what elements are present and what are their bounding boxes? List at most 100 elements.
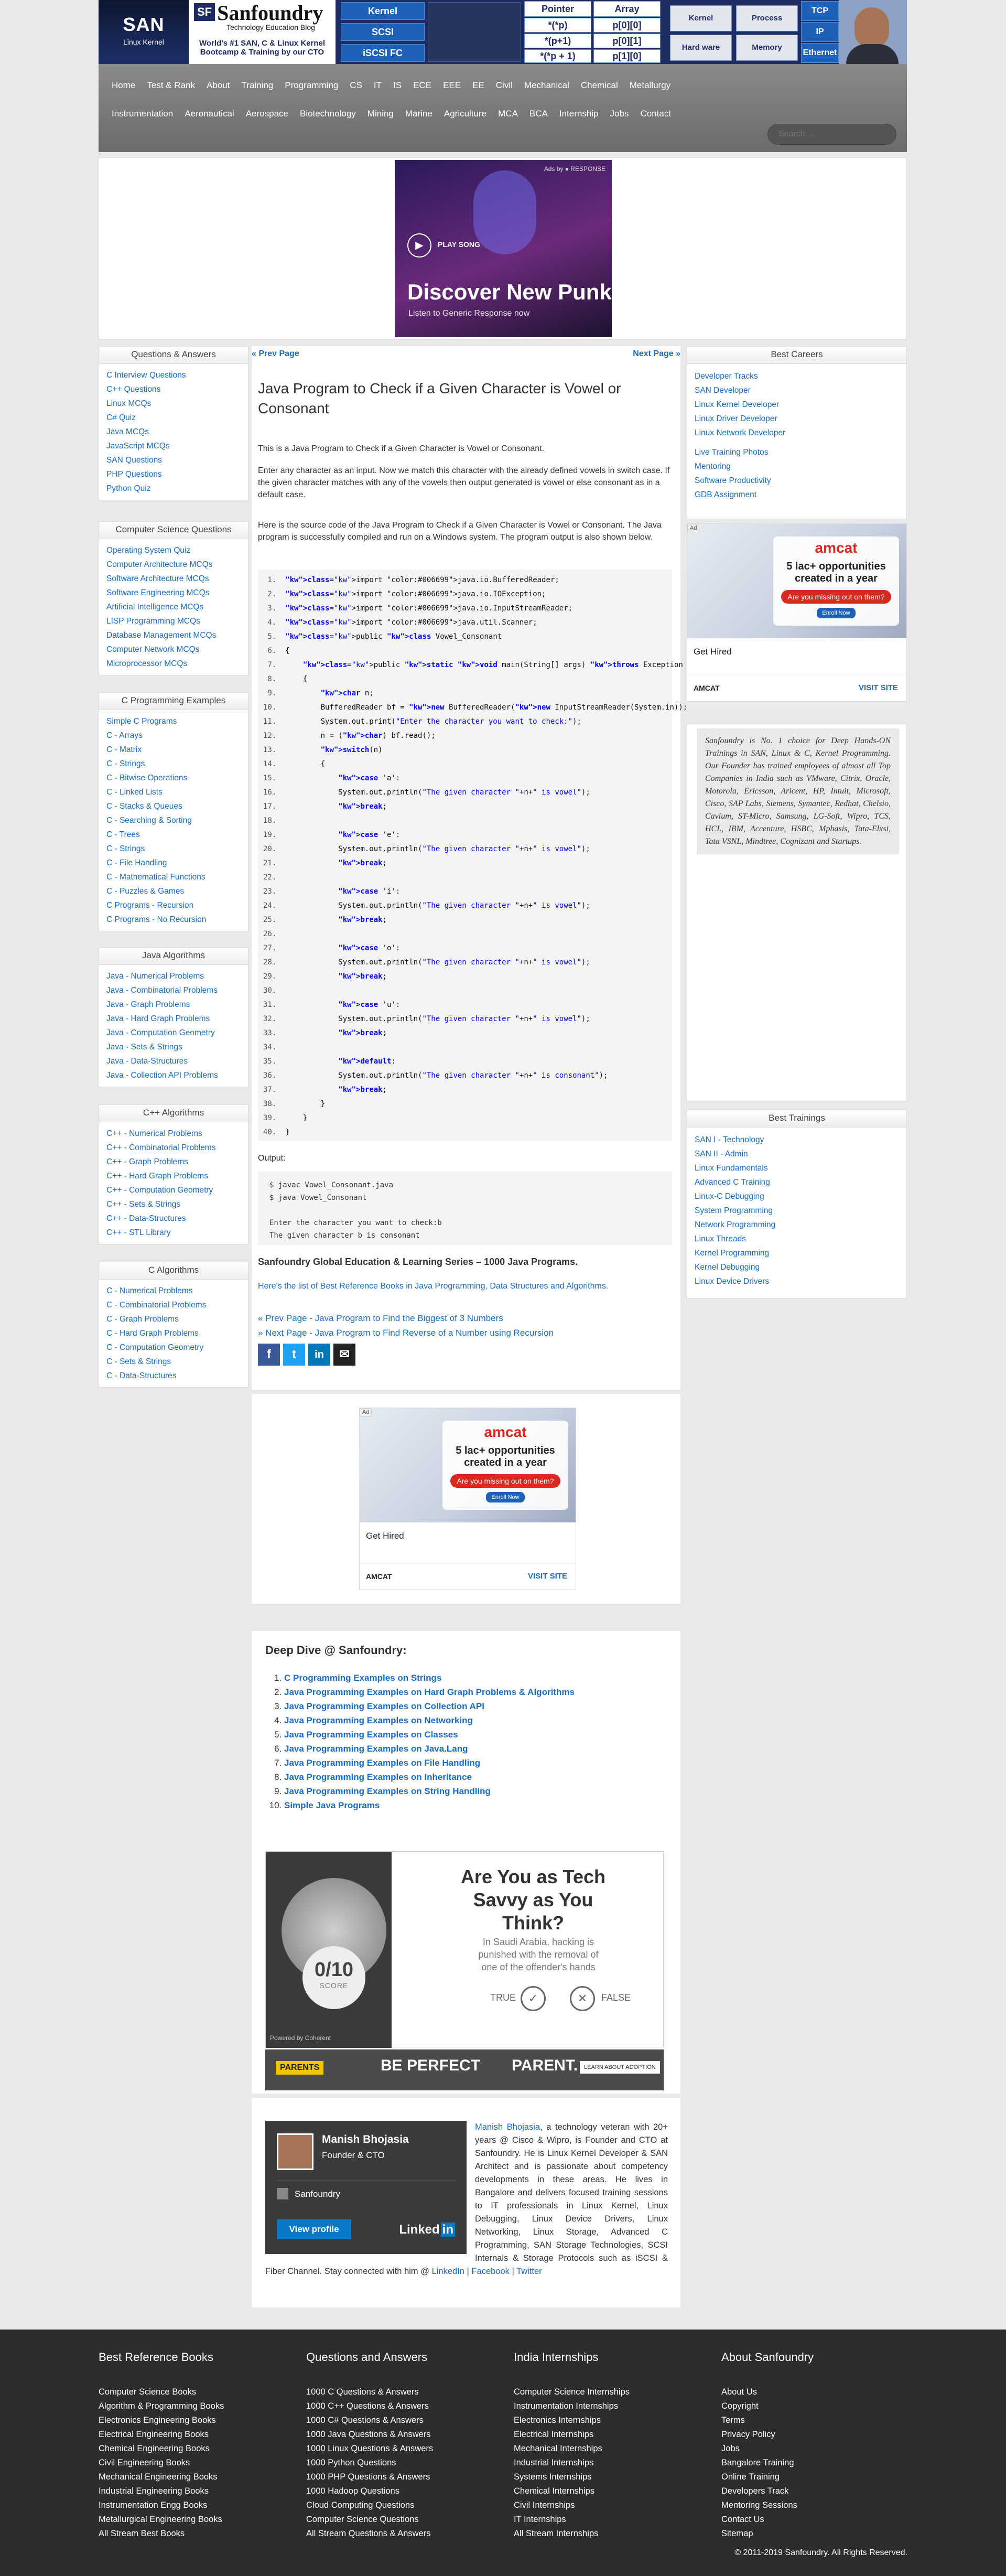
list-item-gdb-assignment[interactable]: GDB Assignment	[695, 488, 899, 502]
banner-tile-p-1-0[interactable]: p[1][0]	[593, 49, 661, 63]
nav-item-it[interactable]: IT	[368, 80, 387, 91]
list-item-c-arrays[interactable]: C - Arrays	[106, 728, 241, 743]
list-item-c-sets-strings[interactable]: C++ - Sets & Strings	[106, 1197, 241, 1211]
list-item-software-architecture-mcqs[interactable]: Software Architecture MCQs	[106, 572, 241, 586]
list-item-developer-tracks[interactable]: Developer Tracks	[695, 369, 899, 383]
list-item-java-graph-problems[interactable]: Java - Graph Problems	[106, 997, 241, 1012]
list-item-c-quiz[interactable]: C# Quiz	[106, 411, 241, 425]
list-item-lisp-programming-mcqs[interactable]: LISP Programming MCQs	[106, 614, 241, 628]
nav-item-ee[interactable]: EE	[467, 80, 490, 91]
close-icon[interactable]: ✕	[570, 1986, 595, 2011]
san-logo[interactable]: SAN Linux Kernel	[99, 0, 189, 64]
next-article-link[interactable]: » Next Page - Java Program to Find Rever…	[258, 1328, 554, 1338]
list-item-civil-internships[interactable]: Civil Internships	[514, 2498, 630, 2513]
list-item-c-combinatorial-problems[interactable]: C - Combinatorial Problems	[106, 1298, 241, 1312]
code-block[interactable]: 1. "kw">class="kw">import "color:#006699…	[258, 570, 687, 1141]
amcat-cta[interactable]: Are you missing out on them?	[781, 590, 891, 604]
list-item-c-file-handling[interactable]: C - File Handling	[106, 856, 241, 870]
deep-dive-link[interactable]: Java Programming Examples on Networking	[284, 1715, 473, 1725]
list-item-database-management-mcqs[interactable]: Database Management MCQs	[106, 628, 241, 642]
banner-tile-kernel[interactable]: Kernel	[341, 2, 425, 20]
prev-page-link[interactable]: « Prev Page	[252, 349, 299, 359]
author-name-link[interactable]: Manish Bhojasia	[475, 2122, 540, 2132]
banner-tile-pointer[interactable]: Pointer	[524, 1, 591, 17]
list-item-developers-track[interactable]: Developers Track	[721, 2484, 814, 2498]
nav-item-is[interactable]: IS	[387, 80, 407, 91]
list-item-c-graph-problems[interactable]: C - Graph Problems	[106, 1312, 241, 1326]
banner-tile-process[interactable]: Process	[736, 5, 798, 31]
list-item-algorithm-programming-books[interactable]: Algorithm & Programming Books	[99, 2399, 224, 2413]
list-item-it-internships[interactable]: IT Internships	[514, 2513, 630, 2527]
list-item-c-graph-problems[interactable]: C++ - Graph Problems	[106, 1155, 241, 1169]
search-input[interactable]	[767, 124, 896, 145]
list-item-software-productivity[interactable]: Software Productivity	[695, 474, 899, 488]
nav-item-civil[interactable]: Civil	[490, 80, 518, 91]
deep-dive-link[interactable]: Simple Java Programs	[284, 1800, 380, 1810]
list-item-instrumentation-internships[interactable]: Instrumentation Internships	[514, 2399, 630, 2413]
list-item-c-matrix[interactable]: C - Matrix	[106, 743, 241, 757]
banner-tile-p-0-1[interactable]: p[0][1]	[593, 34, 661, 48]
list-item-php-questions[interactable]: PHP Questions	[106, 467, 241, 481]
list-item-c-strings[interactable]: C - Strings	[106, 842, 241, 856]
deep-dive-link[interactable]: Java Programming Examples on Hard Graph …	[284, 1687, 575, 1697]
nav-item-agriculture[interactable]: Agriculture	[438, 109, 492, 119]
amcat-ad-center[interactable]: Ad amcat 5 lac+ opportunities created in…	[359, 1408, 576, 1590]
twitter-icon[interactable]: t	[283, 1344, 305, 1366]
visit-site-link[interactable]: VISIT SITE	[859, 683, 898, 692]
list-item-kernel-debugging[interactable]: Kernel Debugging	[695, 1260, 899, 1274]
deep-dive-link[interactable]: Java Programming Examples on File Handli…	[284, 1758, 480, 1768]
list-item-linux-threads[interactable]: Linux Threads	[695, 1232, 899, 1246]
list-item-c-programs-recursion[interactable]: C Programs - Recursion	[106, 898, 241, 913]
banner-tile-array[interactable]: Array	[593, 1, 661, 17]
list-item-linux-kernel-developer[interactable]: Linux Kernel Developer	[695, 398, 899, 412]
list-item-industrial-engineering-books[interactable]: Industrial Engineering Books	[99, 2484, 224, 2498]
list-item-all-stream-questions-answers[interactable]: All Stream Questions & Answers	[306, 2527, 433, 2541]
list-item-live-training-photos[interactable]: Live Training Photos	[695, 445, 899, 459]
quiz-ad[interactable]: 0/10 SCORE Powered by Coherent Are You a…	[265, 1851, 664, 2048]
list-item-python-quiz[interactable]: Python Quiz	[106, 481, 241, 496]
list-item-system-programming[interactable]: System Programming	[695, 1204, 899, 1218]
banner-learn-more[interactable]: LEARN ABOUT ADOPTION	[580, 2061, 660, 2074]
list-item-linux-driver-developer[interactable]: Linux Driver Developer	[695, 412, 899, 426]
banner-tile-iscsi-fc[interactable]: iSCSI FC	[341, 44, 425, 62]
list-item-1000-linux-questions-answers[interactable]: 1000 Linux Questions & Answers	[306, 2442, 433, 2456]
deep-dive-link[interactable]: Java Programming Examples on String Hand…	[284, 1786, 491, 1796]
list-item-c-computation-geometry[interactable]: C++ - Computation Geometry	[106, 1183, 241, 1197]
amcat-cta[interactable]: Are you missing out on them?	[450, 1474, 560, 1488]
nav-item-about[interactable]: About	[201, 80, 235, 91]
banner-tile-hard-ware[interactable]: Hard ware	[670, 35, 732, 61]
nav-item-aeronautical[interactable]: Aeronautical	[179, 109, 240, 119]
nav-item-mechanical[interactable]: Mechanical	[518, 80, 575, 91]
deep-dive-link[interactable]: C Programming Examples on Strings	[284, 1673, 441, 1683]
list-item-jobs[interactable]: Jobs	[721, 2442, 814, 2456]
nav-item-mca[interactable]: MCA	[492, 109, 524, 119]
list-item-c-numerical-problems[interactable]: C - Numerical Problems	[106, 1284, 241, 1298]
email-icon[interactable]: ✉	[333, 1344, 355, 1366]
deep-dive-link[interactable]: Java Programming Examples on Collection …	[284, 1701, 484, 1711]
list-item-advanced-c-training[interactable]: Advanced C Training	[695, 1175, 899, 1189]
list-item-electronics-engineering-books[interactable]: Electronics Engineering Books	[99, 2413, 224, 2428]
list-item-c-data-structures[interactable]: C - Data-Structures	[106, 1369, 241, 1383]
list-item-computer-science-internships[interactable]: Computer Science Internships	[514, 2385, 630, 2399]
nav-item-ece[interactable]: ECE	[407, 80, 437, 91]
banner-tile-ip[interactable]: IP	[801, 22, 839, 42]
list-item-all-stream-best-books[interactable]: All Stream Best Books	[99, 2527, 224, 2541]
banner-tile-p-0-0[interactable]: p[0][0]	[593, 18, 661, 33]
deep-dive-link[interactable]: Java Programming Examples on Inheritance	[284, 1772, 472, 1782]
list-item-mechanical-engineering-books[interactable]: Mechanical Engineering Books	[99, 2470, 224, 2484]
list-item-mentoring-sessions[interactable]: Mentoring Sessions	[721, 2498, 814, 2513]
list-item-privacy-policy[interactable]: Privacy Policy	[721, 2428, 814, 2442]
banner-tile-p[interactable]: *(*p)	[524, 18, 591, 33]
deep-dive-link[interactable]: Java Programming Examples on Classes	[284, 1730, 458, 1740]
list-item-contact-us[interactable]: Contact Us	[721, 2513, 814, 2527]
list-item-c-interview-questions[interactable]: C Interview Questions	[106, 368, 241, 382]
list-item-bangalore-training[interactable]: Bangalore Training	[721, 2456, 814, 2470]
nav-item-programming[interactable]: Programming	[279, 80, 344, 91]
nav-item-aerospace[interactable]: Aerospace	[240, 109, 294, 119]
nav-item-instrumentation[interactable]: Instrumentation	[106, 109, 179, 119]
list-item-c-stacks-queues[interactable]: C - Stacks & Queues	[106, 799, 241, 813]
list-item-microprocessor-mcqs[interactable]: Microprocessor MCQs	[106, 657, 241, 671]
banner-tile-tcp[interactable]: TCP	[801, 1, 839, 21]
list-item-java-computation-geometry[interactable]: Java - Computation Geometry	[106, 1026, 241, 1040]
list-item-linux-device-drivers[interactable]: Linux Device Drivers	[695, 1274, 899, 1289]
